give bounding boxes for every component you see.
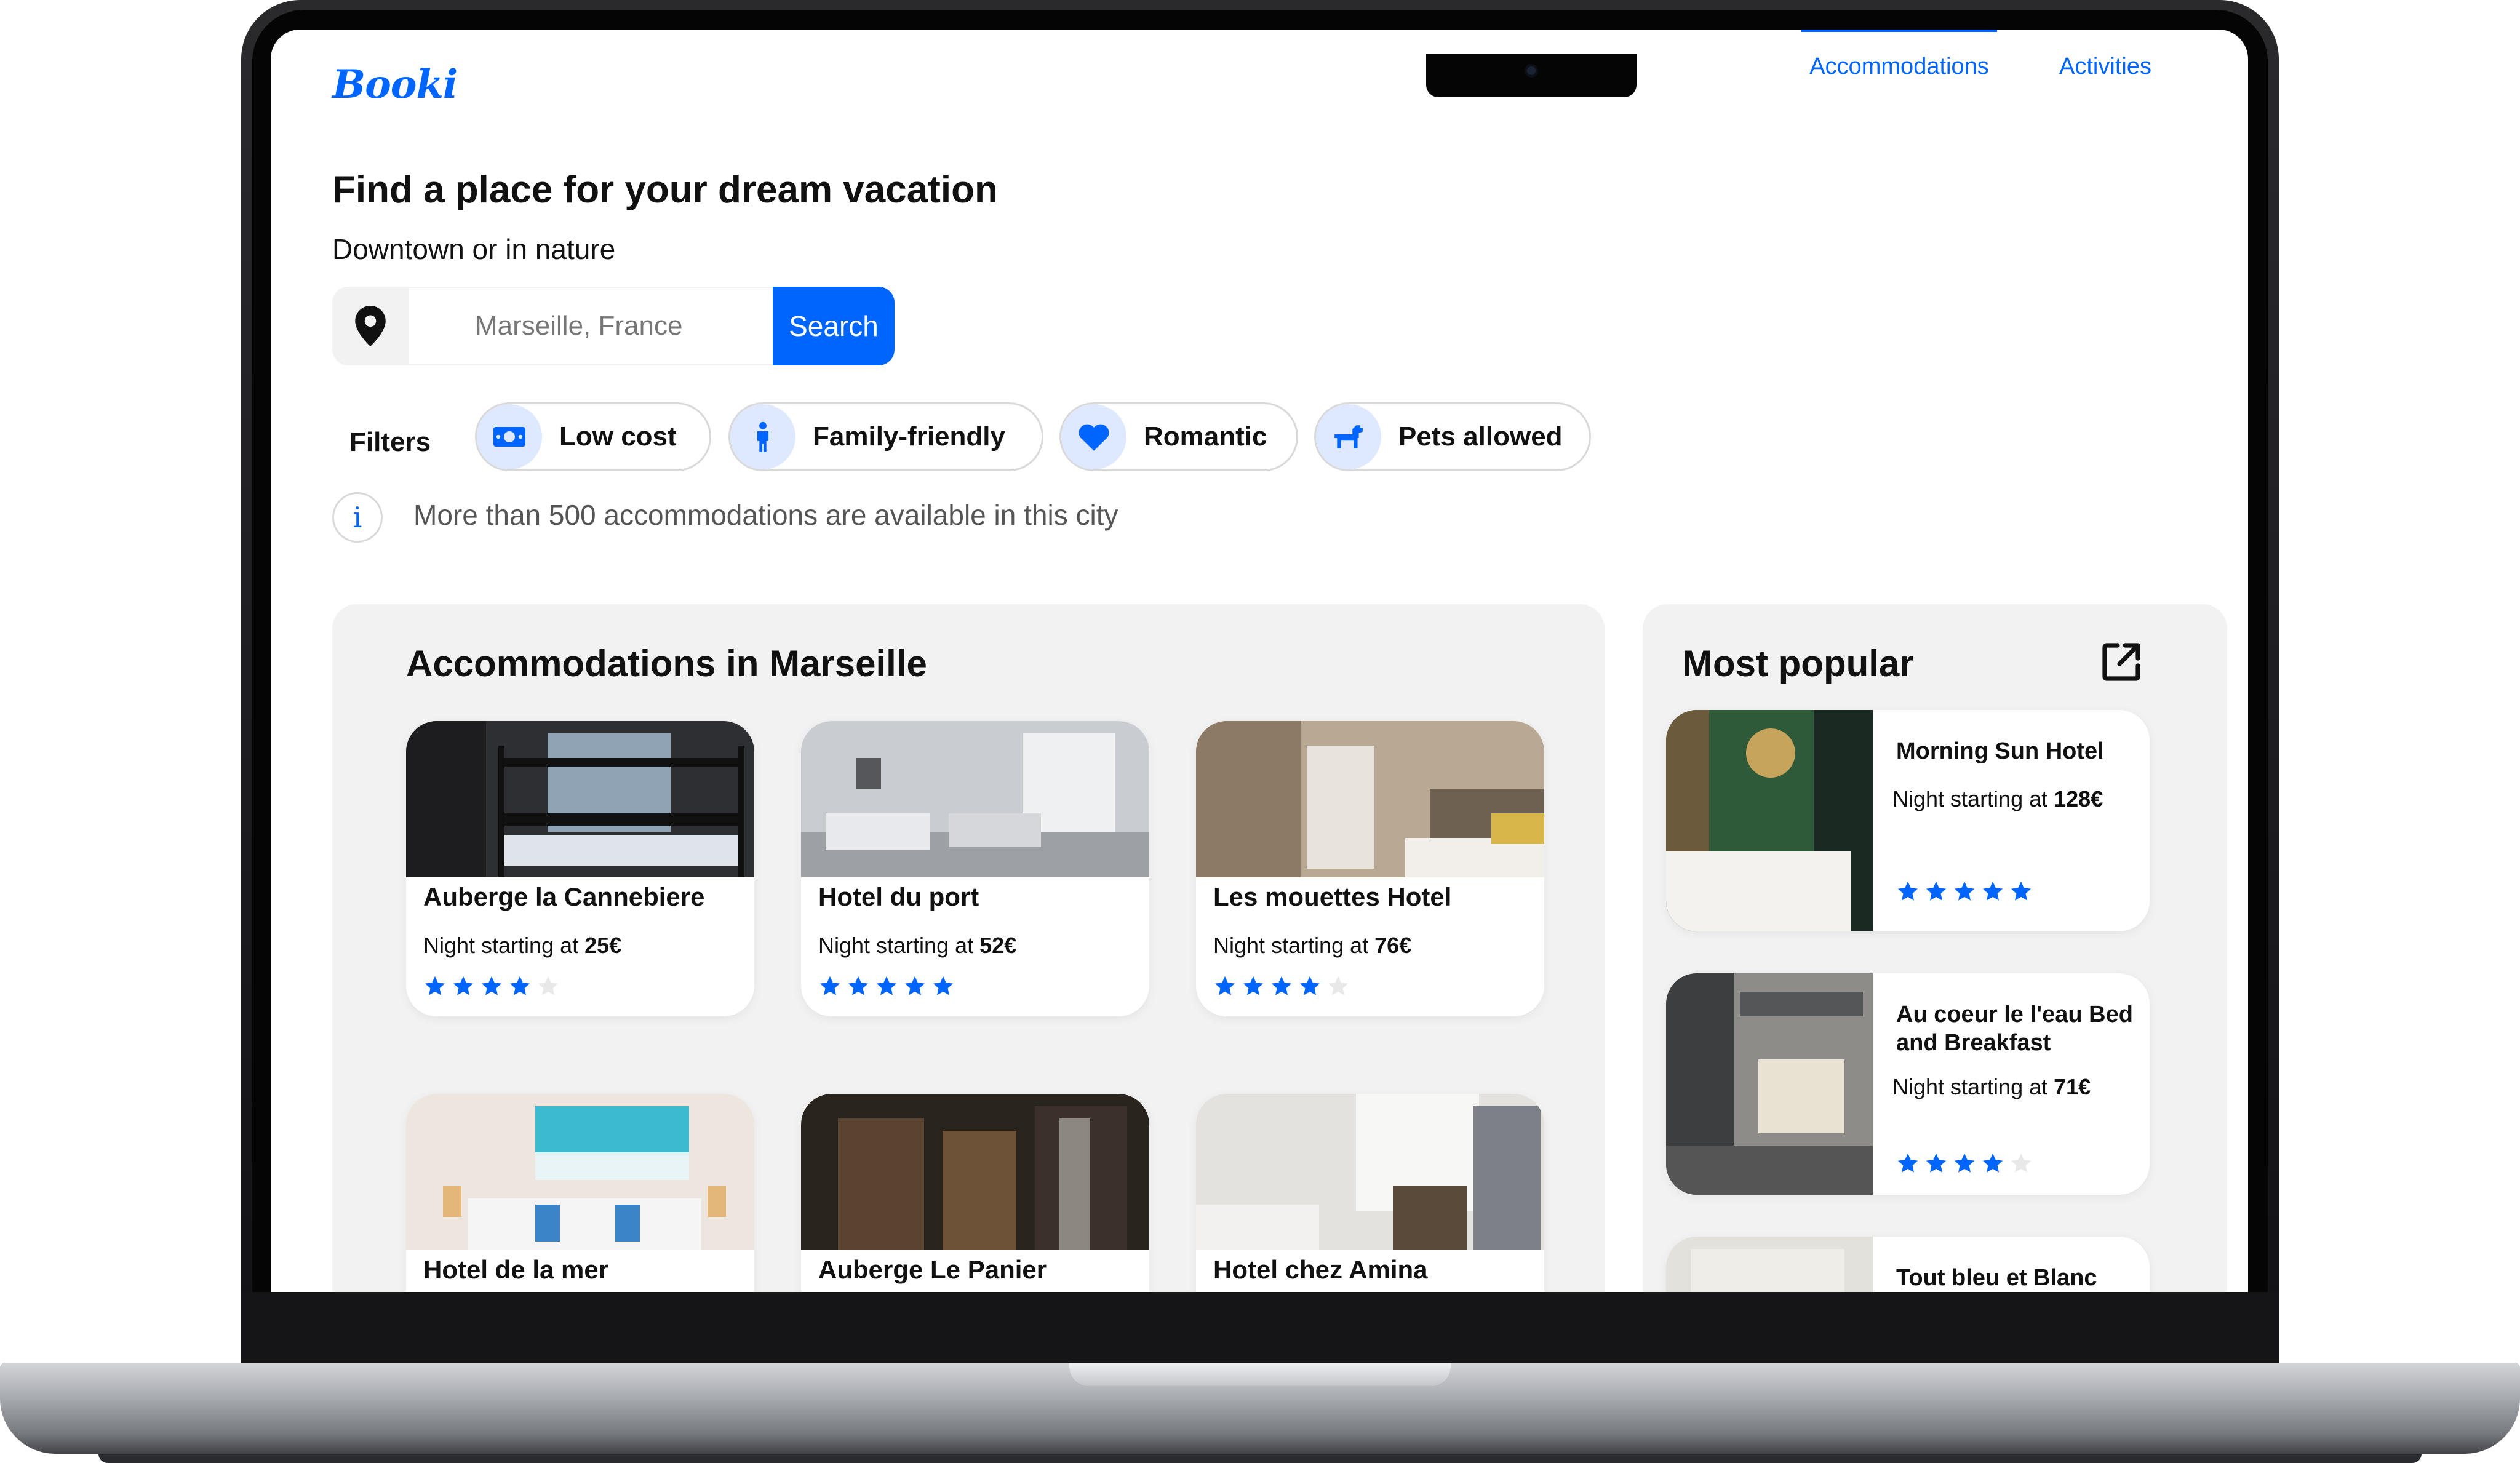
star-filled-icon [1214,976,1235,995]
popular-card[interactable]: Tout bleu et Blanc [1666,1237,2150,1292]
search-input[interactable] [409,287,773,365]
filter-romantic[interactable]: Romantic [1059,402,1298,471]
hotel-photo [1196,721,1544,877]
accommodation-card[interactable]: Hotel de la mer [406,1094,754,1292]
filter-pets-allowed[interactable]: Pets allowed [1314,402,1591,471]
most-popular-section: Most popular Morning Sun Hotel Night sta… [1643,604,2227,1292]
card-price: Night starting at 71€ [1892,1074,2091,1099]
card-name: Auberge la Cannebiere [423,882,705,911]
star-filled-icon [876,976,897,995]
page-title: Find a place for your dream vacation [332,169,998,211]
accommodations-section: Accommodations in Marseille Auberge la C… [332,604,1605,1292]
star-filled-icon [425,976,445,995]
external-link-icon[interactable] [2099,640,2143,684]
popular-card[interactable]: Morning Sun Hotel Night starting at 128€ [1666,710,2150,931]
laptop-foot [98,1454,2422,1463]
card-price: Night starting at 52€ [818,933,1017,958]
nav-activities[interactable]: Activities [2044,30,2167,84]
page-subtitle: Downtown or in nature [332,233,616,265]
person-icon [730,404,795,469]
star-empty-icon [2011,1153,2032,1173]
heart-icon [1061,404,1126,469]
search-bar: Search [332,287,895,365]
card-name: Auberge Le Panier [818,1255,1047,1284]
hotel-photo [801,721,1149,877]
star-filled-icon [1954,881,1975,901]
star-filled-icon [1982,1153,2003,1173]
location-pin-icon [332,287,409,365]
filter-family-friendly[interactable]: Family-friendly [728,402,1043,471]
camera-notch [1426,54,1637,97]
info-icon: i [332,492,383,543]
star-filled-icon [2011,881,2032,901]
accommodation-card[interactable]: Hotel du port Night starting at 52€ [801,721,1149,1016]
rating-stars [423,975,560,998]
star-filled-icon [933,976,954,995]
card-name: Au coeur le l'eau Bed and Breakfast [1896,1002,2133,1056]
star-empty-icon [538,976,559,995]
hotel-photo [801,1094,1149,1250]
accommodation-card[interactable]: Hotel chez Amina [1196,1094,1544,1292]
info-text: More than 500 accommodations are availab… [413,499,1118,531]
popular-card[interactable]: Au coeur le l'eau Bed and Breakfast Nigh… [1666,973,2150,1195]
screen-chin [241,1292,2279,1363]
base-thumb-notch [1069,1363,1451,1386]
star-empty-icon [1328,976,1349,995]
rating-stars [818,975,955,998]
star-filled-icon [1982,881,2003,901]
star-filled-icon [509,976,530,995]
rating-stars [1896,1152,2033,1175]
star-filled-icon [904,976,925,995]
brand-logo[interactable]: Booki [332,62,458,108]
star-filled-icon [1926,881,1947,901]
star-filled-icon [1299,976,1320,995]
dog-icon [1316,404,1381,469]
star-filled-icon [481,976,502,995]
star-filled-icon [848,976,869,995]
info-banner: i More than 500 accommodations are avail… [332,492,1176,543]
section-title: Most popular [1682,643,1914,684]
accommodation-card[interactable]: Auberge la Cannebiere Night starting at … [406,721,754,1016]
star-filled-icon [1897,1153,1918,1173]
star-filled-icon [819,976,840,995]
card-name: Tout bleu et Blanc [1896,1265,2097,1291]
accommodation-card[interactable]: Auberge Le Panier [801,1094,1149,1292]
search-button[interactable]: Search [773,287,895,365]
money-icon [477,404,542,469]
card-name: Morning Sun Hotel [1896,738,2104,764]
hotel-photo [1666,710,1873,931]
hotel-photo [1666,973,1873,1195]
card-name: Hotel chez Amina [1213,1255,1428,1284]
filters-label: Filters [349,427,431,457]
card-name: Les mouettes Hotel [1213,882,1452,911]
section-title: Accommodations in Marseille [406,643,927,684]
hotel-photo [406,1094,754,1250]
nav-accommodations[interactable]: Accommodations [1801,30,1997,84]
camera-icon [1525,64,1538,78]
star-filled-icon [1926,1153,1947,1173]
filter-label: Family-friendly [813,421,1005,452]
filter-low-cost[interactable]: Low cost [475,402,711,471]
star-filled-icon [1897,881,1918,901]
accommodation-card[interactable]: Les mouettes Hotel Night starting at 76€ [1196,721,1544,1016]
star-filled-icon [1271,976,1292,995]
filter-label: Low cost [559,421,677,452]
hotel-photo [1666,1237,1873,1292]
star-filled-icon [453,976,474,995]
card-price: Night starting at 128€ [1892,786,2103,811]
hotel-photo [1196,1094,1544,1250]
screen: Booki Accommodations Activities Find a p… [271,30,2248,1292]
hotel-photo [406,721,754,877]
rating-stars [1896,880,2033,903]
laptop-frame: Booki Accommodations Activities Find a p… [0,0,2520,1463]
star-filled-icon [1243,976,1264,995]
filter-label: Romantic [1144,421,1267,452]
card-price: Night starting at 76€ [1213,933,1412,958]
card-name: Hotel de la mer [423,1255,609,1284]
card-name: Hotel du port [818,882,979,911]
filter-label: Pets allowed [1398,421,1563,452]
rating-stars [1213,975,1350,998]
star-filled-icon [1954,1153,1975,1173]
card-price: Night starting at 25€ [423,933,622,958]
